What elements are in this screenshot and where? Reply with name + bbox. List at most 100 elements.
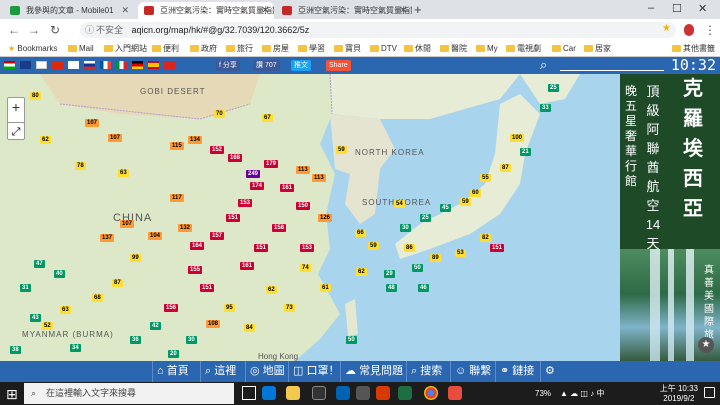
aqi-marker[interactable]: 63 [60,306,71,314]
aqi-marker[interactable]: 73 [284,304,295,312]
bookmark-folder[interactable]: My [476,41,498,56]
aqi-marker[interactable]: 30 [186,336,197,344]
aqi-marker[interactable]: 42 [150,322,161,330]
close-window-button[interactable]: ✕ [698,2,707,15]
tray-icons[interactable]: ▲ ☁ ◫ ♪ 中 [560,382,604,405]
aqi-marker[interactable]: 80 [30,92,41,100]
aqi-marker[interactable]: 66 [355,229,366,237]
edge-icon[interactable] [262,386,276,400]
aqi-marker[interactable]: 174 [250,182,265,190]
aqi-marker[interactable]: 47 [34,260,45,268]
aqi-marker[interactable]: 153 [238,199,253,207]
aqi-marker[interactable]: 34 [70,344,81,352]
app-icon[interactable] [356,386,370,400]
aqi-marker[interactable]: 50 [346,336,357,344]
aqi-marker[interactable]: 95 [224,304,235,312]
aqi-marker[interactable]: 60 [470,189,481,197]
bookmark-folder[interactable]: 房屋 [262,41,289,56]
aqi-marker[interactable]: 113 [296,166,310,174]
bookmark-folder[interactable]: 居家 [584,41,611,56]
new-tab-button[interactable]: + [414,2,422,17]
bookmark-folder[interactable]: 醫院 [440,41,467,56]
aqi-marker[interactable]: 33 [540,104,551,112]
aqi-marker[interactable]: 74 [300,264,311,272]
nav-home[interactable]: ⌂ 首頁 [152,361,193,382]
aqi-marker[interactable]: 25 [548,84,559,92]
aqi-marker[interactable]: 36 [130,336,141,344]
aqi-marker[interactable]: 107 [120,220,135,228]
aqi-marker[interactable]: 67 [262,114,273,122]
aqi-marker[interactable]: 104 [148,232,163,240]
aqi-marker[interactable]: 38 [10,346,21,354]
aqi-marker[interactable]: 115 [170,142,184,150]
aqi-marker[interactable]: 164 [190,242,205,250]
tab-aqicn[interactable]: 亞洲空氣污染：實時空氣質量指數 ✕ [276,2,412,19]
aqi-marker[interactable]: 63 [118,169,129,177]
bookmark-folder[interactable]: 寶貝 [334,41,361,56]
flag-icon[interactable] [36,61,47,69]
bookmark-folder[interactable]: DTV [370,41,397,56]
aqi-marker[interactable]: 54 [394,200,405,208]
reload-icon[interactable]: ↻ [50,23,60,37]
aqi-marker[interactable]: 87 [500,164,511,172]
maximize-button[interactable]: ☐ [672,2,682,15]
menu-icon[interactable]: ⋮ [704,23,716,37]
flag-icon[interactable] [20,61,31,69]
chrome-icon[interactable] [424,386,438,400]
nav-map[interactable]: ◎ 地圖 [245,361,289,382]
bookmark-folder[interactable]: Mail [68,41,94,56]
aqi-marker[interactable]: 126 [318,214,333,222]
aqi-marker[interactable]: 31 [20,284,31,292]
url-field[interactable]: ⓘ 不安全 aqicn.org/map/hk/#@g/32.7039/120.3… [80,22,676,38]
aqi-marker[interactable]: 151 [200,284,215,292]
bookmark-folder[interactable]: 學習 [298,41,325,56]
tab-mobile01[interactable]: 我參與的文章 - Mobile01 ✕ [4,2,134,19]
aqi-marker[interactable]: 151 [226,214,241,222]
bookmark-folder[interactable]: 政府 [190,41,217,56]
windows-start-icon[interactable]: ⊞ [6,386,18,403]
flag-icon[interactable] [84,61,95,69]
bookmark-folder[interactable]: 便利 [152,41,179,56]
aqi-marker[interactable]: 68 [92,294,103,302]
aqi-marker[interactable]: 157 [210,232,225,240]
tab-aqicn-active[interactable]: 亞洲空氣污染：實時空氣質量指數 ✕ [138,2,274,19]
flag-icon[interactable] [132,61,143,69]
aqi-marker[interactable]: 158 [272,224,287,232]
back-arrow-icon[interactable]: ← [8,23,20,37]
aqi-marker[interactable]: 43 [30,314,41,322]
close-tab-icon[interactable]: ✕ [261,2,269,19]
bookmark-folder[interactable]: 電視劇 [506,41,541,56]
aqi-marker[interactable]: 137 [100,234,115,242]
aqi-marker[interactable]: 48 [386,284,397,292]
flag-icon[interactable] [4,61,15,69]
aqi-marker[interactable]: 70 [214,110,225,118]
notification-icon[interactable] [704,387,715,398]
flag-icon[interactable] [68,61,79,69]
aqi-marker[interactable]: 62 [40,136,51,144]
nav-mask[interactable]: ◫ 口罩！ [288,361,343,382]
search-icon[interactable]: ⌕ [540,57,547,73]
aqi-marker[interactable]: 20 [168,350,179,358]
aqi-marker[interactable]: 86 [404,244,415,252]
star-bookmark-icon[interactable]: ★ [662,23,671,34]
aqi-marker[interactable]: 46 [418,284,429,292]
aqi-marker[interactable]: 59 [368,242,379,250]
app-icon[interactable] [448,386,462,400]
aqi-marker[interactable]: 78 [75,162,86,170]
aqi-marker[interactable]: 100 [510,134,525,142]
aqi-marker[interactable]: 84 [244,324,255,332]
bookmark-folder[interactable]: 休閒 [404,41,431,56]
aqi-marker[interactable]: 179 [264,160,279,168]
close-tab-icon[interactable]: ✕ [121,2,129,19]
site-search-input[interactable] [560,70,664,71]
taskbar-search-input[interactable]: ⌕ 在這裡輸入文字來搜尋 [24,383,234,404]
aqi-marker[interactable]: 45 [440,204,451,212]
aqi-marker[interactable]: 151 [254,244,269,252]
facebook-like-button[interactable]: 讚 707 [253,60,280,71]
nav-links[interactable]: ⚭ 鏈接 [495,361,538,382]
nav-here[interactable]: ⌕ 這裡 [200,361,240,382]
aqi-marker[interactable]: 25 [420,214,431,222]
share-button[interactable]: Share [326,60,351,71]
tweet-button[interactable]: 推文 [291,60,311,71]
facebook-share-button[interactable]: f 分享 [216,60,240,71]
